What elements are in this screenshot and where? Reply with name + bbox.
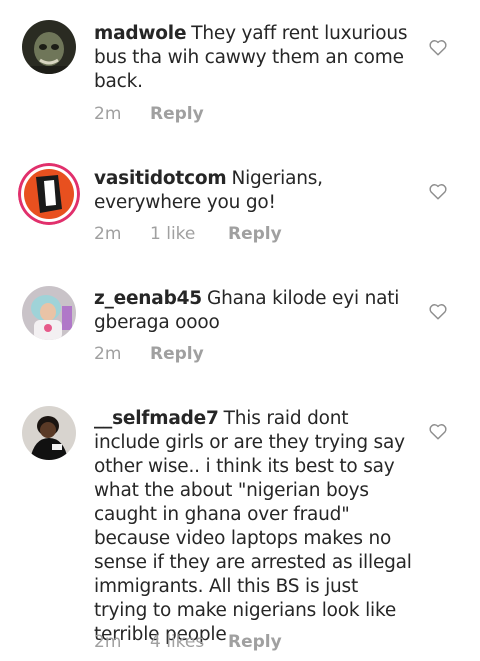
reply-button[interactable]: Reply xyxy=(150,104,204,124)
comment-text: vasitidotcom Nigerians, everywhere you go… xyxy=(94,167,416,215)
comment-body: This raid dont include girls or are they… xyxy=(94,408,412,645)
like-count[interactable]: 1 like xyxy=(150,224,228,244)
reply-button[interactable]: Reply xyxy=(228,632,282,652)
comment-text: __selfmade7 This raid dont include girls … xyxy=(94,407,416,647)
avatar[interactable] xyxy=(18,163,80,225)
heart-outline-icon[interactable] xyxy=(428,302,448,320)
heart-outline-icon[interactable] xyxy=(428,182,448,200)
comment-time: 2m xyxy=(94,632,122,652)
reply-button[interactable]: Reply xyxy=(228,224,282,244)
comment-meta: 2m Reply xyxy=(94,344,204,364)
heart-outline-icon[interactable] xyxy=(428,38,448,56)
comment-meta: 2m 1 like Reply xyxy=(94,224,282,244)
comment-username[interactable]: __selfmade7 xyxy=(94,408,219,429)
comment-meta: 2m Reply xyxy=(94,104,204,124)
comment-username[interactable]: madwole xyxy=(94,23,186,44)
avatar[interactable] xyxy=(22,286,76,340)
comment-username[interactable]: z_eenab45 xyxy=(94,288,202,309)
comment-meta: 2m 4 likes Reply xyxy=(94,632,282,652)
comment-time: 2m xyxy=(94,344,122,364)
comment-text: z_eenab45 Ghana kilode eyi nati gberaga o… xyxy=(94,287,416,335)
like-count[interactable]: 4 likes xyxy=(150,632,228,652)
comment-time: 2m xyxy=(94,104,122,124)
avatar[interactable] xyxy=(22,406,76,460)
comment-text: madwole They yaff rent luxurious bus tha … xyxy=(94,22,416,94)
heart-outline-icon[interactable] xyxy=(428,422,448,440)
avatar[interactable] xyxy=(22,20,76,74)
reply-button[interactable]: Reply xyxy=(150,344,204,364)
comment-time: 2m xyxy=(94,224,122,244)
comment-username[interactable]: vasitidotcom xyxy=(94,168,227,189)
